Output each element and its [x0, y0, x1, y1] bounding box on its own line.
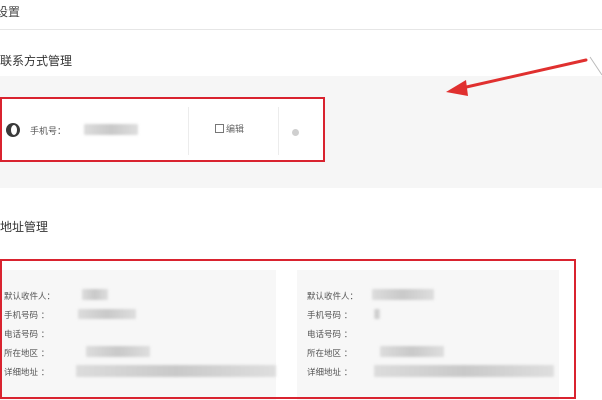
annotation-arrow-icon — [446, 56, 602, 96]
